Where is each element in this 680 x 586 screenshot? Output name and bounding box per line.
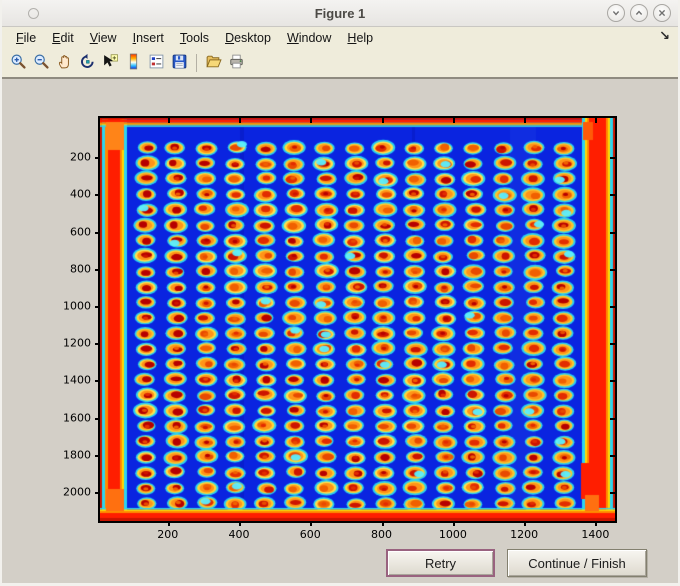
y-tick-mark-right <box>610 343 615 346</box>
y-tick-label: 600 <box>70 225 91 239</box>
menu-window[interactable]: Window <box>279 29 339 47</box>
insert-legend-button[interactable] <box>145 52 168 74</box>
x-tick-mark <box>167 521 170 526</box>
close-button[interactable] <box>653 4 671 22</box>
x-tick-label: 800 <box>371 528 393 541</box>
pan-icon <box>56 53 73 73</box>
y-tick-mark <box>95 380 100 383</box>
y-tick-mark-right <box>610 231 615 234</box>
save-figure-button[interactable] <box>168 52 191 74</box>
x-tick-label: 400 <box>228 528 250 541</box>
y-tick-label: 1200 <box>63 336 91 350</box>
menu-help[interactable]: Help <box>339 29 381 47</box>
y-tick-mark <box>95 268 100 271</box>
retry-button[interactable]: Retry <box>386 549 495 577</box>
menu-bar: File Edit View Insert Tools Desktop Window Help… <box>2 27 678 49</box>
zoom-out-button[interactable] <box>30 52 53 74</box>
menu-view[interactable]: View <box>82 29 125 47</box>
x-tick-mark-top <box>310 118 313 123</box>
y-tick-label: 800 <box>70 262 91 276</box>
y-tick-mark-right <box>610 492 615 495</box>
y-tick-label: 200 <box>70 150 91 164</box>
y-tick-mark-right <box>610 417 615 420</box>
y-tick-mark <box>95 194 100 197</box>
scan-image[interactable] <box>100 118 615 521</box>
rotate-3d-icon <box>79 53 96 73</box>
y-tick-label: 400 <box>70 187 91 201</box>
close-icon <box>656 7 668 19</box>
continue-finish-button[interactable]: Continue / Finish <box>507 549 647 577</box>
title-bar[interactable]: Figure 1 <box>2 0 678 27</box>
y-tick-mark <box>95 306 100 308</box>
y-tick-mark <box>95 343 100 346</box>
x-tick-mark-top <box>452 118 455 123</box>
toolbar-separator <box>196 54 197 72</box>
y-tick-mark <box>95 231 100 234</box>
y-tick-label: 2000 <box>63 485 91 499</box>
y-tick-mark-right <box>610 454 615 457</box>
x-tick-mark <box>381 521 384 526</box>
x-tick-mark <box>524 521 527 526</box>
y-tick-mark-right <box>610 380 615 383</box>
maximize-button[interactable] <box>630 4 648 22</box>
pan-button[interactable] <box>53 52 76 74</box>
y-tick-label: 1800 <box>63 448 91 462</box>
y-tick-mark <box>95 492 100 495</box>
x-tick-mark <box>595 521 598 526</box>
save-figure-icon <box>171 53 188 73</box>
x-tick-label: 200 <box>157 528 179 541</box>
figure-toolbar <box>2 49 678 79</box>
figure-canvas: 200 400 600 800 1000 1200 1400 200 400 600 800 1000… <box>2 79 678 581</box>
insert-colorbar-button[interactable] <box>122 52 145 74</box>
open-file-icon <box>205 53 222 73</box>
x-tick-mark-top <box>238 118 241 123</box>
y-tick-label: 1000 <box>63 299 91 313</box>
zoom-in-button[interactable] <box>7 52 30 74</box>
y-tick-label: 1600 <box>63 411 91 425</box>
data-cursor-icon <box>102 53 119 73</box>
x-tick-label: 1400 <box>581 528 610 541</box>
x-tick-mark-top <box>524 118 527 123</box>
x-tick-label: 600 <box>299 528 321 541</box>
zoom-out-icon <box>33 53 50 73</box>
x-tick-mark <box>238 521 241 526</box>
y-tick-mark-right <box>610 306 615 308</box>
figure-window: Figure 1 File Edit View Insert Tools Desktop W… <box>0 0 680 586</box>
dock-figure-icon[interactable]: ↘ <box>659 29 670 44</box>
menu-edit[interactable]: Edit <box>44 29 82 47</box>
rotate-3d-button[interactable] <box>76 52 99 74</box>
chevron-up-icon <box>633 7 645 19</box>
chevron-down-icon <box>610 7 622 19</box>
y-tick-mark <box>95 157 100 160</box>
print-figure-button[interactable] <box>225 52 248 74</box>
insert-colorbar-icon <box>125 53 142 73</box>
print-figure-icon <box>228 53 245 73</box>
y-tick-mark <box>95 417 100 420</box>
x-tick-label: 1200 <box>510 528 539 541</box>
data-cursor-button[interactable] <box>99 52 122 74</box>
open-file-button[interactable] <box>202 52 225 74</box>
y-tick-mark-right <box>610 268 615 271</box>
menu-desktop[interactable]: Desktop <box>217 29 279 47</box>
insert-legend-icon <box>148 53 165 73</box>
y-tick-mark-right <box>610 194 615 197</box>
x-tick-mark-top <box>595 118 598 123</box>
x-tick-label: 1000 <box>438 528 467 541</box>
x-tick-mark-top <box>381 118 384 123</box>
menu-insert[interactable]: Insert <box>125 29 172 47</box>
window-title: Figure 1 <box>314 6 366 21</box>
y-tick-label: 1400 <box>63 373 91 387</box>
y-tick-mark <box>95 454 100 457</box>
minimize-button[interactable] <box>607 4 625 22</box>
x-tick-mark <box>452 521 455 526</box>
x-tick-mark-top <box>167 118 170 123</box>
y-tick-mark-right <box>610 157 615 160</box>
menu-tools[interactable]: Tools <box>172 29 217 47</box>
menu-file[interactable]: File <box>8 29 44 47</box>
window-controls <box>607 4 671 22</box>
x-tick-mark <box>310 521 313 526</box>
axes[interactable]: 200 400 600 800 1000 1200 1400 200 400 600 800 1000… <box>63 116 617 541</box>
zoom-in-icon <box>10 53 27 73</box>
